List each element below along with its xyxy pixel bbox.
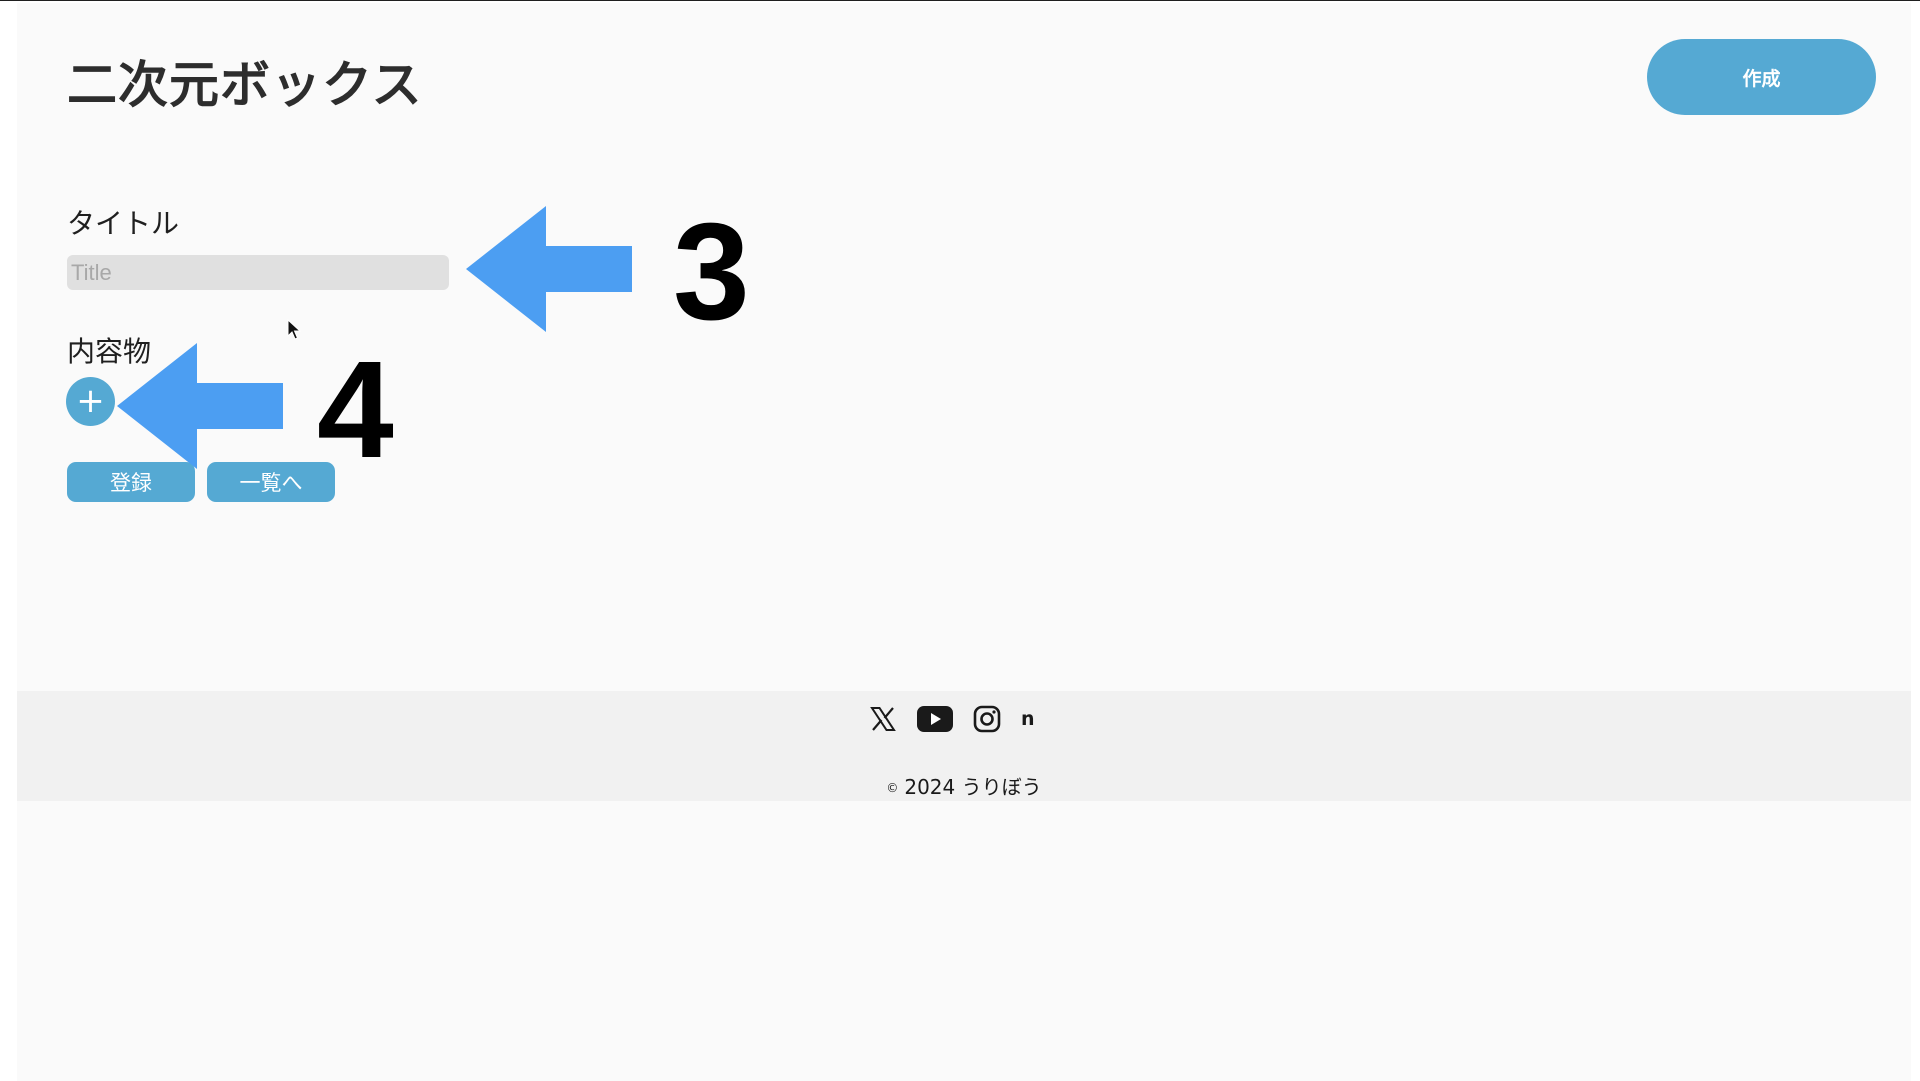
register-button[interactable]: 登録 (67, 462, 195, 502)
title-label: タイトル (67, 207, 180, 240)
contents-label: 内容物 (67, 335, 152, 368)
site-title: 二次元ボックス (67, 56, 423, 114)
social-links: n (869, 701, 1035, 737)
copyright-text: 2024 うりぼう (904, 775, 1042, 799)
copyright-symbol: © (886, 781, 899, 795)
instagram-icon[interactable] (973, 705, 1001, 733)
note-icon[interactable]: n (1021, 708, 1035, 730)
create-button[interactable]: 作成 (1647, 39, 1876, 115)
add-item-button[interactable]: + (66, 377, 115, 426)
go-to-list-button[interactable]: 一覧へ (207, 462, 335, 502)
annotation-number-3: 3 (673, 195, 750, 349)
browser-viewport: 二次元ボックス 作成 タイトル 内容物 + 登録 一覧へ 3 4 (0, 0, 1920, 1081)
youtube-icon[interactable] (917, 706, 953, 732)
page-container: 二次元ボックス 作成 タイトル 内容物 + 登録 一覧へ 3 4 (17, 3, 1911, 1081)
mouse-cursor-icon (287, 319, 301, 340)
copyright: © 2024 うりぼう (17, 771, 1911, 800)
title-input[interactable] (67, 255, 449, 290)
annotation-arrow-3 (466, 206, 632, 332)
annotation-number-4: 4 (317, 333, 394, 487)
arrow-3-shape (466, 206, 632, 332)
footer: n © 2024 うりぼう (17, 691, 1911, 801)
x-icon[interactable] (869, 705, 897, 733)
